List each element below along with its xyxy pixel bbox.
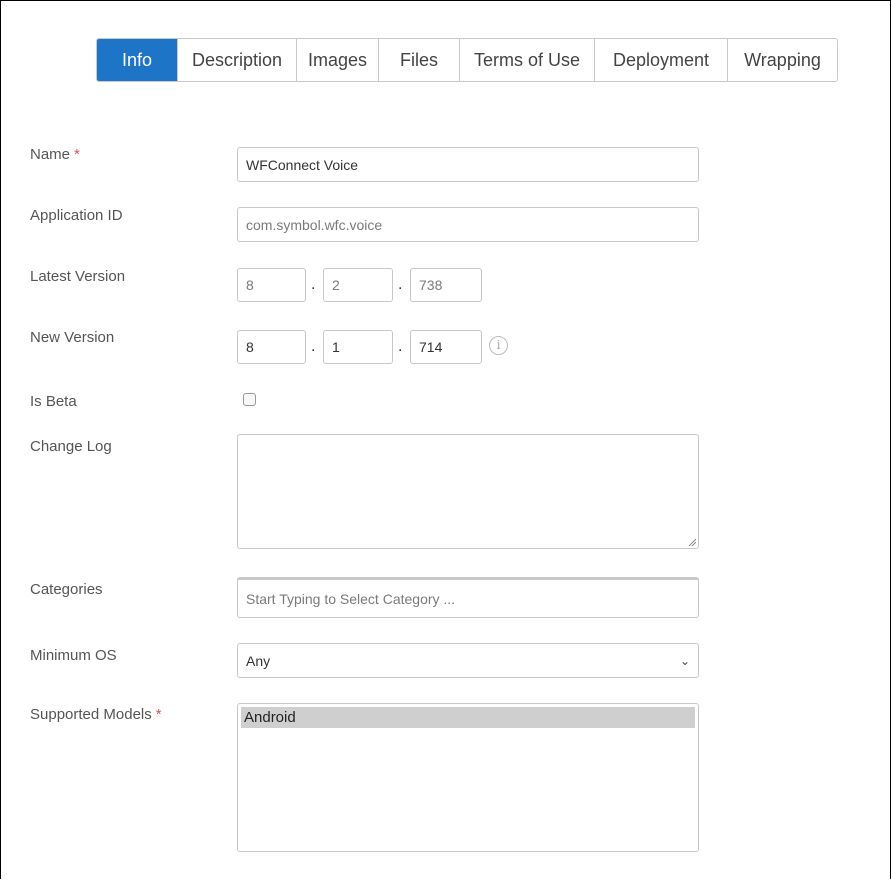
name-field[interactable]: WFConnect Voice (237, 147, 699, 182)
latest-version-major-field[interactable]: 8 (237, 268, 306, 302)
minimum-os-select[interactable]: Any ⌄ (237, 643, 699, 678)
version-separator: . (398, 276, 403, 293)
version-separator: . (311, 276, 316, 293)
is-beta-checkbox[interactable] (243, 393, 256, 406)
tab-wrapping[interactable]: Wrapping (727, 39, 837, 81)
new-version-minor-field[interactable]: 1 (323, 330, 393, 364)
application-id-value: com.symbol.wfc.voice (246, 216, 383, 233)
minimum-os-label: Minimum OS (30, 647, 117, 664)
new-version-major-field[interactable]: 8 (237, 330, 306, 364)
required-marker: * (155, 706, 162, 723)
required-marker: * (74, 146, 80, 163)
latest-version-build-field[interactable]: 738 (410, 268, 482, 302)
tab-bar: Info Description Images Files Terms of U… (96, 38, 838, 82)
version-separator: . (311, 338, 316, 355)
name-label: Name * (30, 146, 80, 163)
application-id-label: Application ID (30, 207, 123, 224)
resize-handle-icon[interactable] (688, 538, 696, 546)
tab-files[interactable]: Files (378, 39, 459, 81)
chevron-down-icon: ⌄ (679, 653, 690, 668)
latest-version-minor-field[interactable]: 2 (323, 268, 393, 302)
categories-input[interactable]: Start Typing to Select Category ... (237, 577, 699, 618)
supported-models-listbox[interactable]: Android (237, 703, 699, 852)
tab-description[interactable]: Description (177, 39, 296, 81)
info-icon[interactable]: i (489, 336, 508, 355)
change-log-textarea[interactable] (237, 434, 699, 549)
name-value: WFConnect Voice (246, 156, 359, 173)
supported-models-label: Supported Models * (30, 706, 162, 723)
change-log-label: Change Log (30, 438, 112, 455)
categories-placeholder: Start Typing to Select Category ... (246, 590, 456, 607)
latest-version-label: Latest Version (30, 268, 126, 285)
tab-terms-of-use[interactable]: Terms of Use (459, 39, 594, 81)
is-beta-label: Is Beta (30, 393, 77, 410)
tab-images[interactable]: Images (296, 39, 378, 81)
application-id-field[interactable]: com.symbol.wfc.voice (237, 207, 699, 242)
new-version-label: New Version (30, 329, 115, 346)
new-version-build-field[interactable]: 714 (410, 330, 482, 364)
version-separator: . (398, 338, 403, 355)
categories-label: Categories (30, 581, 103, 598)
list-item[interactable]: Android (241, 707, 695, 728)
tab-deployment[interactable]: Deployment (594, 39, 727, 81)
tab-info[interactable]: Info (97, 39, 177, 81)
